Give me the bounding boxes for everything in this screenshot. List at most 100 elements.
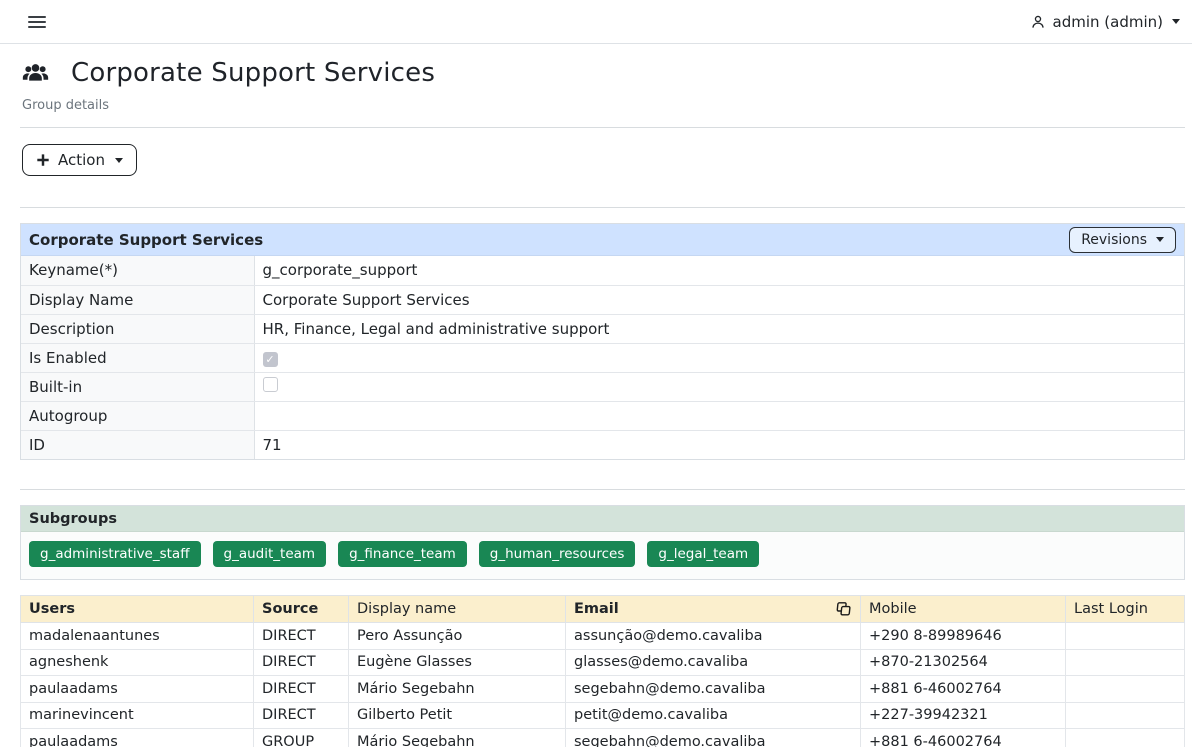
user-row[interactable]: agneshenk DIRECT Eugène Glasses glasses@… xyxy=(21,649,1185,676)
user-email: segebahn@demo.cavaliba xyxy=(566,676,861,703)
chevron-down-icon xyxy=(1172,19,1180,24)
user-email: assunção@demo.cavaliba xyxy=(566,623,861,650)
user-username: agneshenk xyxy=(21,649,254,676)
user-mobile: +881 6-46002764 xyxy=(861,729,1066,747)
field-value: Corporate Support Services xyxy=(254,285,1184,314)
table-row: Built-in xyxy=(21,372,1184,401)
user-last-login xyxy=(1066,702,1185,729)
subgroup-badge[interactable]: g_human_resources xyxy=(479,541,636,567)
field-label: ID xyxy=(21,430,254,459)
hamburger-menu-icon[interactable] xyxy=(24,12,50,32)
field-value xyxy=(254,343,1184,372)
plus-icon xyxy=(36,153,50,167)
subgroup-badge[interactable]: g_administrative_staff xyxy=(29,541,201,567)
user-display-name: Pero Assunção xyxy=(349,623,566,650)
table-row: Is Enabled xyxy=(21,343,1184,372)
column-header-users: Users xyxy=(21,596,254,623)
field-label: Is Enabled xyxy=(21,343,254,372)
user-username: paulaadams xyxy=(21,729,254,747)
column-header-display-name: Display name xyxy=(349,596,566,623)
column-header-email: Email xyxy=(566,596,861,623)
is-enabled-checkbox xyxy=(263,352,278,367)
chevron-down-icon xyxy=(115,158,123,163)
panel-title: Subgroups xyxy=(29,511,117,527)
person-icon xyxy=(1030,14,1046,30)
user-mobile: +870-21302564 xyxy=(861,649,1066,676)
page-subtitle: Group details xyxy=(22,98,1185,113)
subgroups-panel: Subgroups g_administrative_staff g_audit… xyxy=(20,505,1185,580)
group-details-panel-header: Corporate Support Services Revisions xyxy=(21,224,1184,256)
column-header-source: Source xyxy=(254,596,349,623)
copy-icon[interactable] xyxy=(836,601,852,617)
user-last-login xyxy=(1066,623,1185,650)
user-row[interactable]: madalenaantunes DIRECT Pero Assunção ass… xyxy=(21,623,1185,650)
user-row[interactable]: paulaadams DIRECT Mário Segebahn segebah… xyxy=(21,676,1185,703)
subgroups-panel-header: Subgroups xyxy=(21,506,1184,532)
divider xyxy=(20,207,1185,208)
user-row[interactable]: paulaadams GROUP Mário Segebahn segebahn… xyxy=(21,729,1185,747)
user-email: glasses@demo.cavaliba xyxy=(566,649,861,676)
subgroup-badge[interactable]: g_finance_team xyxy=(338,541,467,567)
revisions-button[interactable]: Revisions xyxy=(1069,227,1176,253)
field-value: HR, Finance, Legal and administrative su… xyxy=(254,314,1184,343)
subgroup-badge[interactable]: g_audit_team xyxy=(213,541,327,567)
built-in-checkbox xyxy=(263,377,278,392)
table-row: ID 71 xyxy=(21,430,1184,459)
divider xyxy=(20,489,1185,490)
action-button[interactable]: Action xyxy=(22,144,137,176)
user-mobile: +881 6-46002764 xyxy=(861,676,1066,703)
user-source: DIRECT xyxy=(254,623,349,650)
field-label: Display Name xyxy=(21,285,254,314)
group-users-icon xyxy=(22,62,49,84)
user-display-name: Gilberto Petit xyxy=(349,702,566,729)
column-header-last-login: Last Login xyxy=(1066,596,1185,623)
table-row: Description HR, Finance, Legal and admin… xyxy=(21,314,1184,343)
subgroup-badge[interactable]: g_legal_team xyxy=(647,541,759,567)
field-value xyxy=(254,372,1184,401)
user-last-login xyxy=(1066,729,1185,747)
users-table-header-row: Users Source Display name Email Mo xyxy=(21,596,1185,623)
user-username: marinevincent xyxy=(21,702,254,729)
panel-title: Corporate Support Services xyxy=(29,231,263,249)
action-button-label: Action xyxy=(58,151,105,169)
revisions-button-label: Revisions xyxy=(1081,232,1147,248)
user-display-name: Eugène Glasses xyxy=(349,649,566,676)
user-mobile: +290 8-89989646 xyxy=(861,623,1066,650)
page-title: Corporate Support Services xyxy=(71,58,435,88)
user-source: DIRECT xyxy=(254,649,349,676)
field-label: Description xyxy=(21,314,254,343)
table-row: Display Name Corporate Support Services xyxy=(21,285,1184,314)
user-menu[interactable]: admin (admin) xyxy=(1030,13,1180,31)
user-email: segebahn@demo.cavaliba xyxy=(566,729,861,747)
chevron-down-icon xyxy=(1156,237,1164,242)
field-label: Autogroup xyxy=(21,401,254,430)
user-display-name: Mário Segebahn xyxy=(349,676,566,703)
group-details-table: Keyname(*) g_corporate_support Display N… xyxy=(21,256,1184,459)
field-value: 71 xyxy=(254,430,1184,459)
subgroups-list: g_administrative_staff g_audit_team g_fi… xyxy=(21,532,1184,579)
user-email: petit@demo.cavaliba xyxy=(566,702,861,729)
user-source: GROUP xyxy=(254,729,349,747)
user-last-login xyxy=(1066,676,1185,703)
user-source: DIRECT xyxy=(254,702,349,729)
user-row[interactable]: marinevincent DIRECT Gilberto Petit peti… xyxy=(21,702,1185,729)
page-header: Corporate Support Services Group details xyxy=(20,44,1185,113)
user-label: admin (admin) xyxy=(1053,13,1163,31)
user-last-login xyxy=(1066,649,1185,676)
table-row: Autogroup xyxy=(21,401,1184,430)
user-username: paulaadams xyxy=(21,676,254,703)
column-header-mobile: Mobile xyxy=(861,596,1066,623)
table-row: Keyname(*) g_corporate_support xyxy=(21,256,1184,285)
topbar: admin (admin) xyxy=(0,0,1192,44)
user-username: madalenaantunes xyxy=(21,623,254,650)
users-table: Users Source Display name Email Mo xyxy=(20,595,1185,747)
group-details-panel: Corporate Support Services Revisions Key… xyxy=(20,223,1185,460)
user-display-name: Mário Segebahn xyxy=(349,729,566,747)
divider xyxy=(20,127,1185,128)
field-label: Built-in xyxy=(21,372,254,401)
field-label: Keyname(*) xyxy=(21,256,254,285)
user-source: DIRECT xyxy=(254,676,349,703)
user-mobile: +227-39942321 xyxy=(861,702,1066,729)
field-value: g_corporate_support xyxy=(254,256,1184,285)
field-value xyxy=(254,401,1184,430)
